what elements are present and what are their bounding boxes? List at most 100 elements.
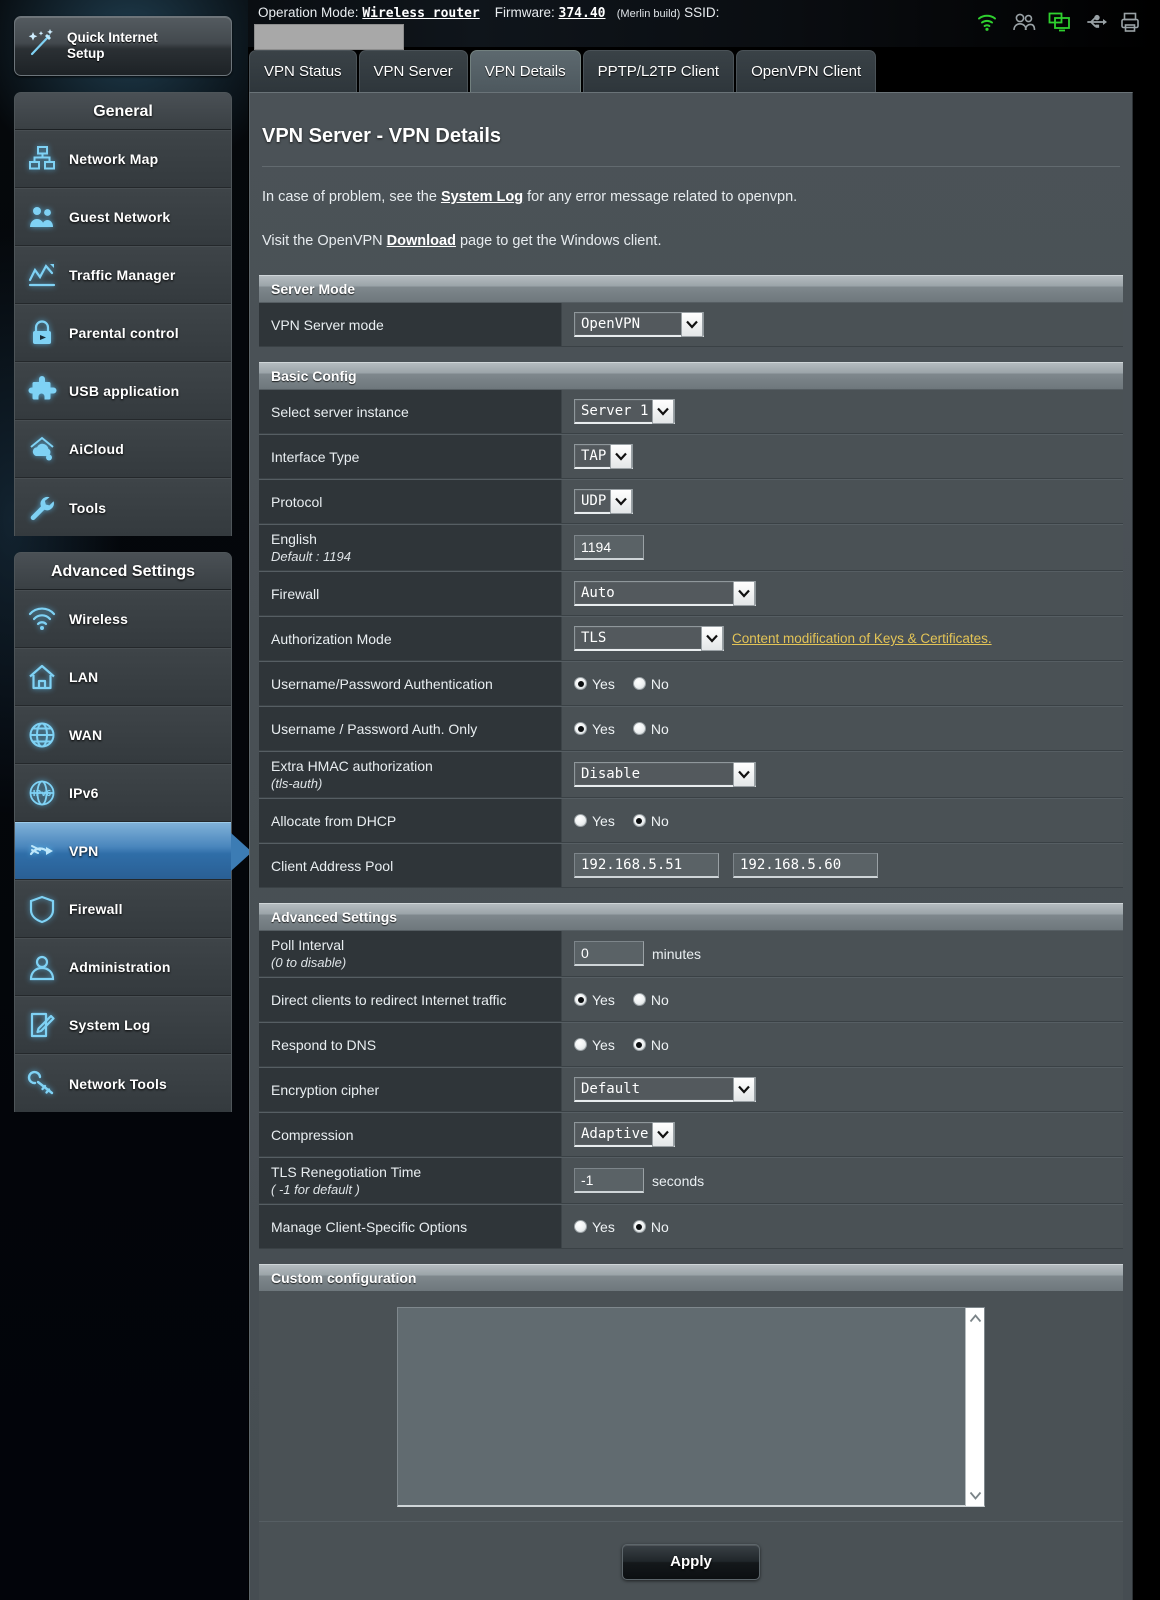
sidebar-item-tools[interactable]: Tools [15,478,231,536]
radio-dot [574,814,587,827]
client-address-pool-end-input[interactable]: 192.168.5.60 [733,853,878,878]
usb-icon[interactable] [1084,11,1107,33]
allocate-dhcp-yes[interactable]: Yes [574,813,615,829]
tab-vpn-server[interactable]: VPN Server [358,50,468,92]
firmware-value[interactable]: 374.40 [559,6,606,21]
sidebar-item-wireless[interactable]: Wireless [15,590,231,648]
sidebar-item-administration[interactable]: Administration [15,938,231,996]
sidebar-item-aicloud[interactable]: AiCloud [15,420,231,478]
wifi-icon[interactable] [976,11,998,33]
main-content-panel: VPN Server - VPN Details In case of prob… [249,92,1133,1600]
administration-icon [15,952,69,982]
tab-pptp-l2tp-client[interactable]: PPTP/L2TP Client [582,50,735,92]
port-label: English [271,531,317,547]
respond-dns-no[interactable]: No [632,1037,669,1053]
network-map-icon [15,144,69,174]
quick-internet-setup-label: Quick Internet Setup [67,30,158,61]
quick-internet-setup-button[interactable]: Quick Internet Setup [14,16,232,76]
sidebar-item-network-map[interactable]: Network Map [15,130,231,188]
sidebar-item-guest-network[interactable]: Guest Network [15,188,231,246]
client-options-yes[interactable]: Yes [574,1219,615,1235]
poll-interval-input[interactable]: 0 [574,941,644,966]
row-redirect-internet-traffic: Direct clients to redirect Internet traf… [259,977,1123,1022]
redirect-traffic-no[interactable]: No [632,991,669,1008]
respond-dns-yes[interactable]: Yes [574,1037,615,1053]
vpn-icon [15,836,69,866]
sidebar-item-system-log[interactable]: System Log [15,996,231,1054]
printer-icon[interactable] [1120,11,1142,33]
radio-label: No [650,991,669,1008]
sidebar-item-label: Administration [69,959,171,975]
sidebar-item-firewall[interactable]: Firewall [15,880,231,938]
download-link[interactable]: Download [387,233,456,249]
monitor-icon[interactable] [1048,11,1070,33]
row-interface-type: Interface Type TAP [259,434,1123,479]
client-options-no[interactable]: No [632,1219,669,1235]
radio-label: No [650,675,669,692]
chevron-down-icon [681,312,703,337]
firewall-select[interactable]: Auto [574,581,756,606]
system-log-link[interactable]: System Log [441,189,523,205]
tab-openvpn-client[interactable]: OpenVPN Client [736,50,877,92]
operation-mode-value[interactable]: Wireless router [362,6,479,21]
compression-label: Compression [271,1126,354,1143]
traffic-manager-icon [15,260,69,290]
textarea-scrollbar[interactable] [965,1308,984,1506]
username-password-auth-yes[interactable]: Yes [574,676,615,692]
keys-certificates-link[interactable]: Content modification of Keys & Certifica… [732,631,992,646]
respond-dns-label: Respond to DNS [271,1036,377,1053]
custom-configuration-textarea[interactable] [397,1307,985,1507]
radio-label: Yes [592,720,615,737]
sidebar-item-network-tools[interactable]: Network Tools [15,1054,231,1112]
poll-interval-sub: (0 to disable) [271,955,347,970]
authorization-mode-select[interactable]: TLS [574,626,724,651]
allocate-dhcp-radios: Yes No [574,813,681,829]
sidebar-item-vpn[interactable]: VPN [15,822,252,880]
radio-dot [632,1038,646,1051]
redirect-traffic-yes[interactable]: Yes [574,992,615,1008]
compression-value: Adaptive [581,1126,649,1142]
tls-reneg-input[interactable]: -1 [574,1168,644,1193]
pool-start-value: 192.168.5.51 [581,857,683,873]
sidebar-item-lan[interactable]: LAN [15,648,231,706]
wan-icon [15,720,69,750]
radio-label: No [650,812,669,829]
protocol-select[interactable]: UDP [574,489,634,514]
respond-dns-radios: Yes No [574,1037,681,1053]
row-username-password-auth-only: Username / Password Auth. Only Yes No [259,706,1123,751]
basic-config-header: Basic Config [259,362,1123,389]
client-address-pool-start-input[interactable]: 192.168.5.51 [574,853,719,878]
sidebar-item-parental-control[interactable]: Parental control [15,304,231,362]
sidebar-item-ipv6[interactable]: IPv6 IPv6 [15,764,231,822]
row-select-server-instance: Select server instance Server 1 [259,389,1123,434]
select-server-instance-select[interactable]: Server 1 [574,399,676,424]
extra-hmac-select[interactable]: Disable [574,762,756,787]
apply-button[interactable]: Apply [622,1543,760,1580]
parental-control-icon [15,318,69,348]
tab-vpn-status[interactable]: VPN Status [249,50,357,92]
operation-mode-label: Operation Mode: [258,5,359,20]
scroll-up-icon[interactable] [969,1314,982,1323]
username-password-auth-no[interactable]: No [632,675,669,692]
username-password-auth-only-no[interactable]: No [632,721,669,737]
encryption-cipher-select[interactable]: Default [574,1077,756,1102]
username-password-auth-only-yes[interactable]: Yes [574,721,615,737]
users-icon[interactable] [1012,11,1036,33]
sidebar-item-wan[interactable]: WAN [15,706,231,764]
tab-vpn-details[interactable]: VPN Details [469,50,581,92]
vpn-server-mode-select[interactable]: OpenVPN [574,312,704,337]
extra-hmac-sub: (tls-auth) [271,776,323,791]
ssid-input[interactable] [254,24,404,50]
compression-select[interactable]: Adaptive [574,1122,676,1147]
row-manage-client-specific-options: Manage Client-Specific Options Yes No [259,1204,1123,1249]
row-poll-interval: Poll Interval (0 to disable) 0 minutes [259,930,1123,977]
sidebar-item-traffic-manager[interactable]: Traffic Manager [15,246,231,304]
row-protocol: Protocol UDP [259,479,1123,524]
sidebar-item-usb-application[interactable]: USB application [15,362,231,420]
interface-type-select[interactable]: TAP [574,444,634,469]
port-input[interactable]: 1194 [574,535,644,560]
chevron-down-icon [733,1077,755,1102]
scroll-down-icon[interactable] [969,1491,982,1500]
sidebar-item-label: IPv6 [69,785,99,801]
allocate-dhcp-no[interactable]: No [632,812,669,829]
